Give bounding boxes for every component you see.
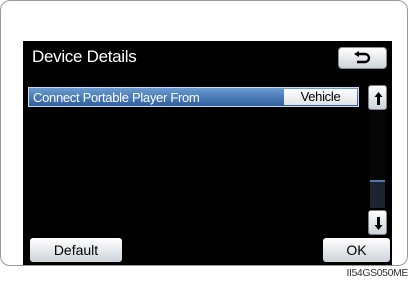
scroll-down-button[interactable] — [368, 210, 387, 235]
scroll-up-button[interactable] — [368, 85, 387, 110]
scrollbar[interactable] — [368, 85, 387, 235]
screen-title: Device Details — [32, 47, 137, 66]
scroll-track[interactable] — [370, 112, 385, 208]
setting-label: Connect Portable Player From — [33, 90, 200, 105]
back-button[interactable] — [338, 47, 387, 69]
ok-button[interactable]: OK — [323, 238, 390, 262]
return-arrow-icon — [354, 51, 371, 64]
default-button[interactable]: Default — [30, 238, 122, 262]
setting-row-connect-portable-player[interactable]: Connect Portable Player From Vehicle — [28, 87, 359, 107]
scroll-down-arrow-icon — [374, 217, 383, 230]
scroll-thumb[interactable] — [370, 112, 385, 182]
device-details-screen: Device Details Connect Portable Player F… — [23, 41, 392, 265]
figure-caption: II54GS050ME — [346, 267, 408, 279]
scroll-up-arrow-icon — [374, 92, 383, 105]
vehicle-value-button[interactable]: Vehicle — [284, 89, 357, 105]
display-frame: Device Details Connect Portable Player F… — [0, 0, 408, 266]
